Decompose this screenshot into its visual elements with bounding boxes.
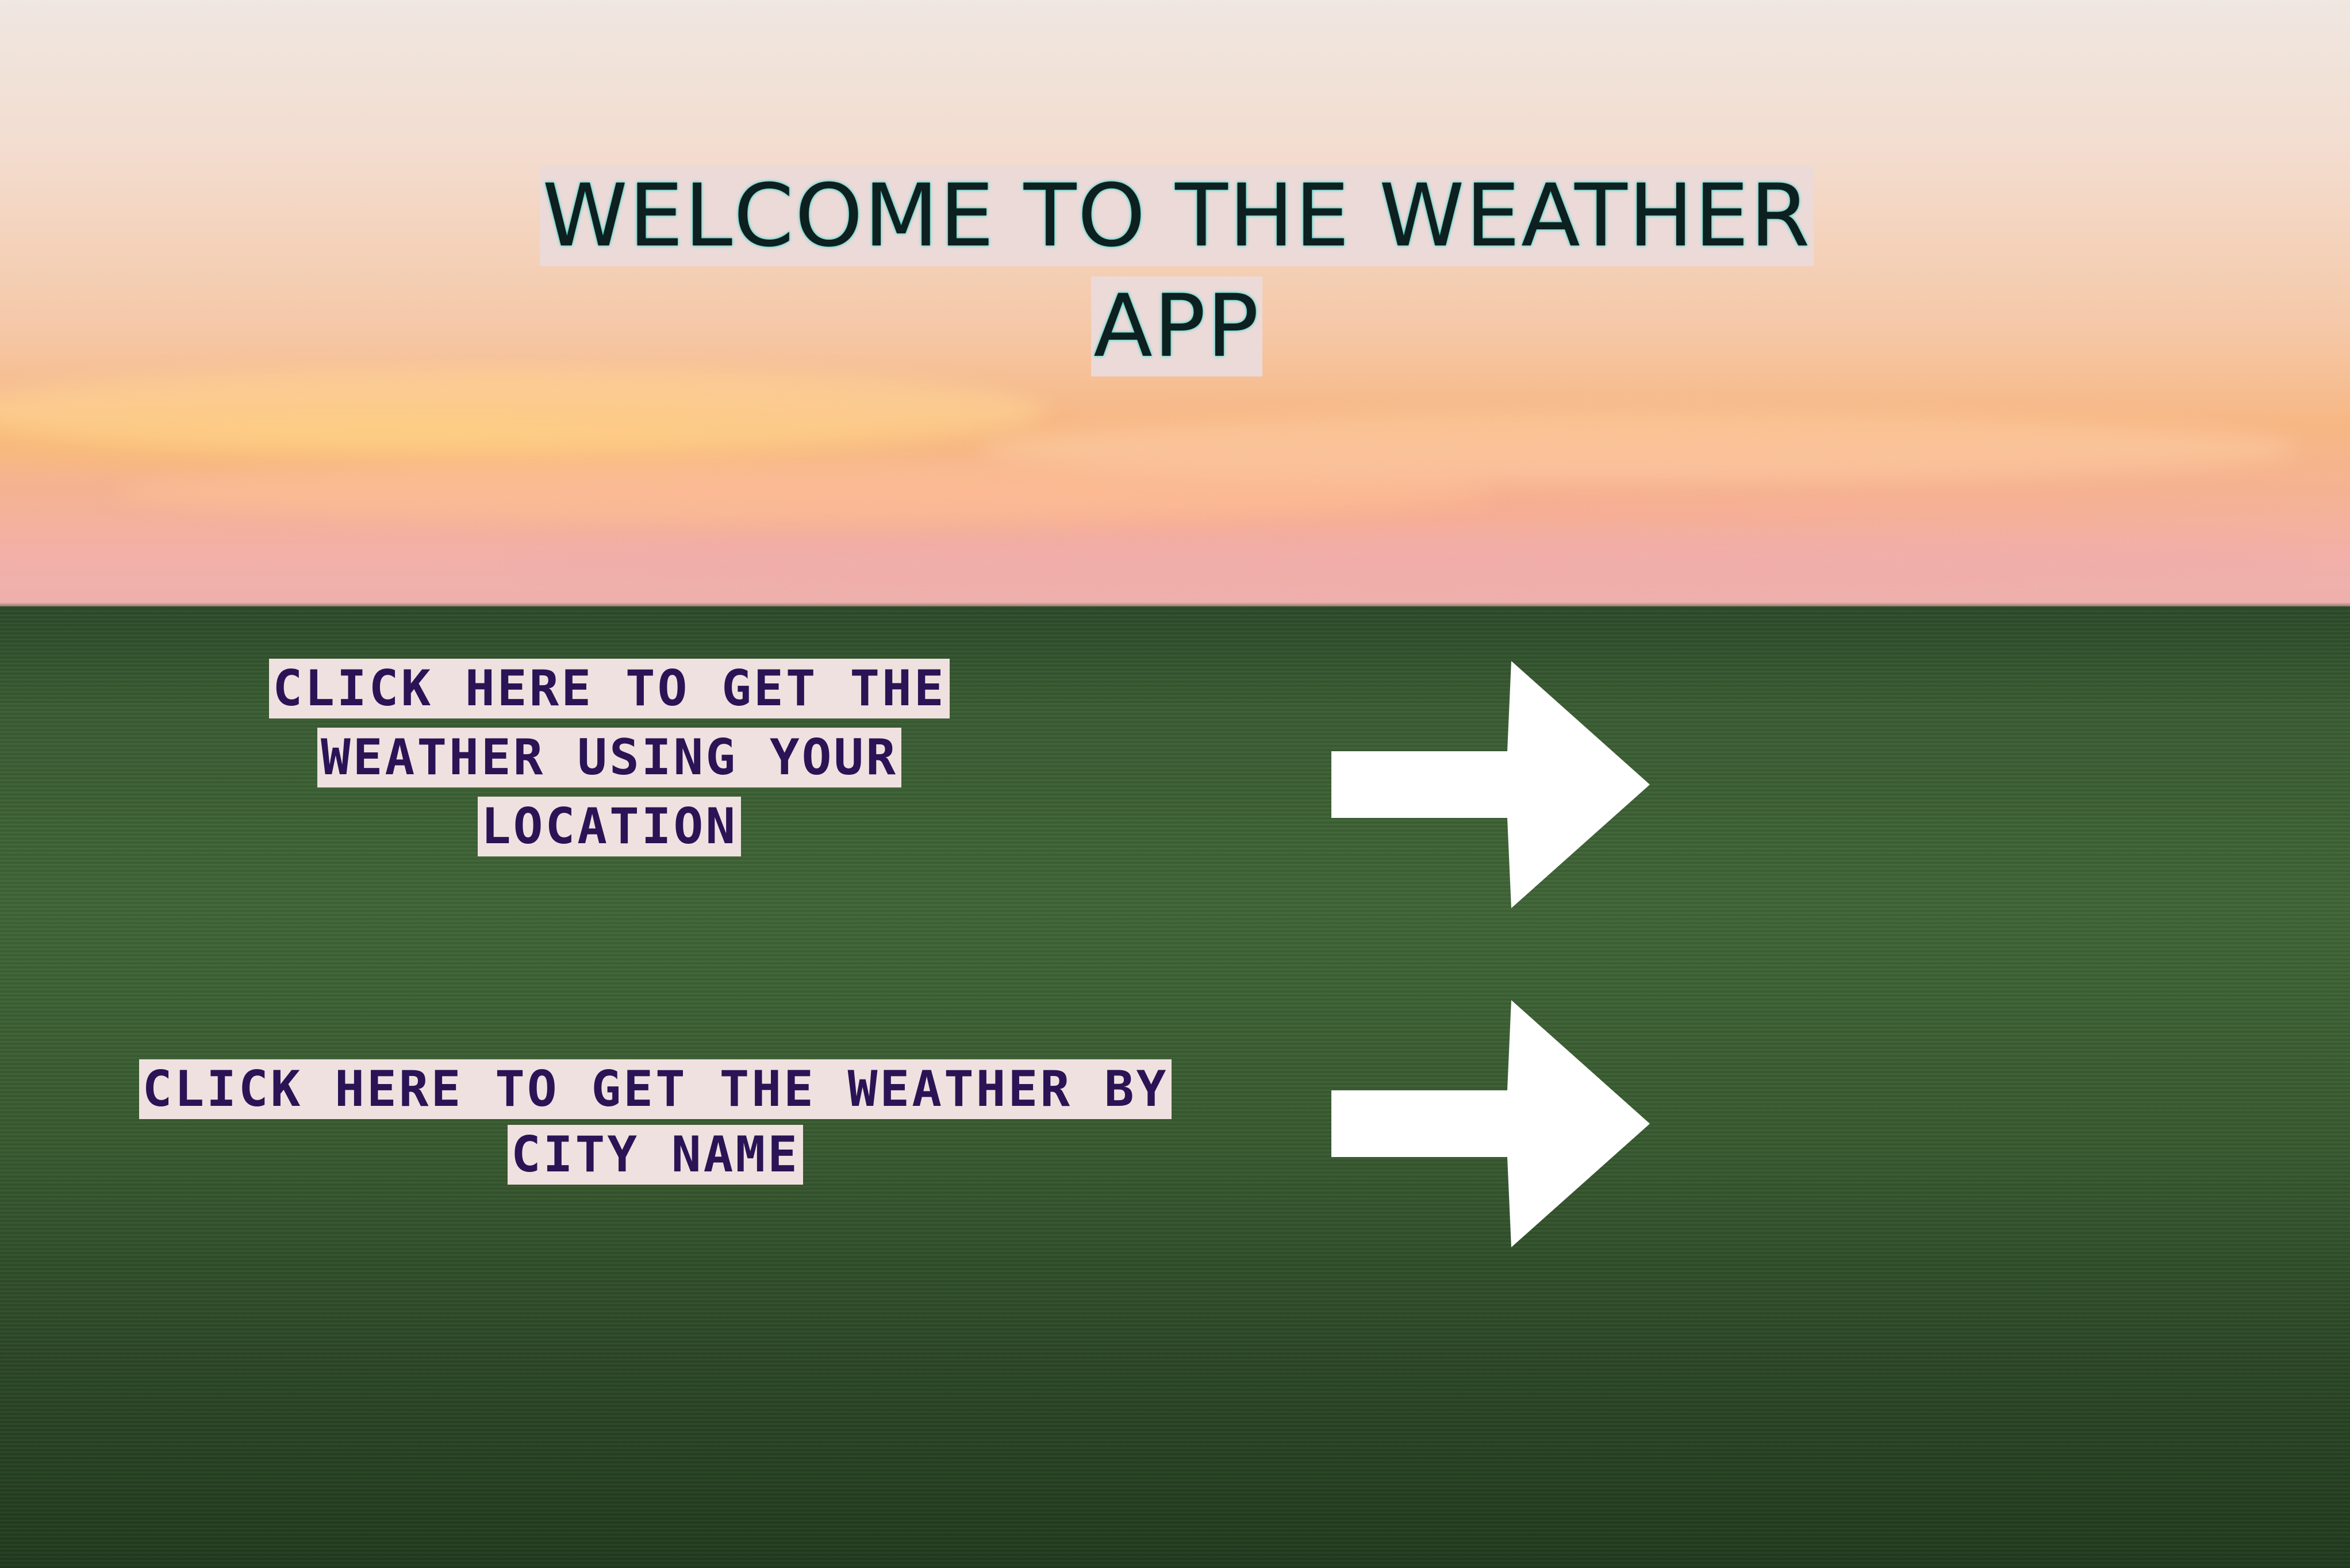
city-weather-label-line-1[interactable]: CLICK HERE TO GET THE WEATHER BY xyxy=(139,1059,1172,1119)
arrow-right-icon[interactable] xyxy=(1331,1000,1650,1247)
location-weather-label-line-2[interactable]: WEATHER USING YOUR xyxy=(317,728,901,787)
location-weather-label-line-3[interactable]: LOCATION xyxy=(477,797,742,856)
city-weather-link[interactable]: CLICK HERE TO GET THE WEATHER BY CITY NA… xyxy=(132,1056,1178,1187)
location-weather-link[interactable]: CLICK HERE TO GET THE WEATHER USING YOUR… xyxy=(218,654,1000,861)
location-weather-label-line-1[interactable]: CLICK HERE TO GET THE xyxy=(269,659,950,718)
page-title-line-2: APP xyxy=(1091,276,1262,376)
location-weather-arrow-button[interactable] xyxy=(1331,661,1653,908)
city-weather-label-line-2[interactable]: CITY NAME xyxy=(508,1125,803,1185)
page-title-line-1: WELCOME TO THE WEATHER xyxy=(540,166,1814,266)
arrow-right-icon[interactable] xyxy=(1331,661,1650,908)
cloud-streak xyxy=(517,535,2299,586)
cloud-streak xyxy=(977,414,2299,483)
city-weather-arrow-button[interactable] xyxy=(1331,1000,1653,1247)
horizon-line xyxy=(0,602,2350,610)
page-title: WELCOME TO THE WEATHER APP xyxy=(501,161,1852,382)
